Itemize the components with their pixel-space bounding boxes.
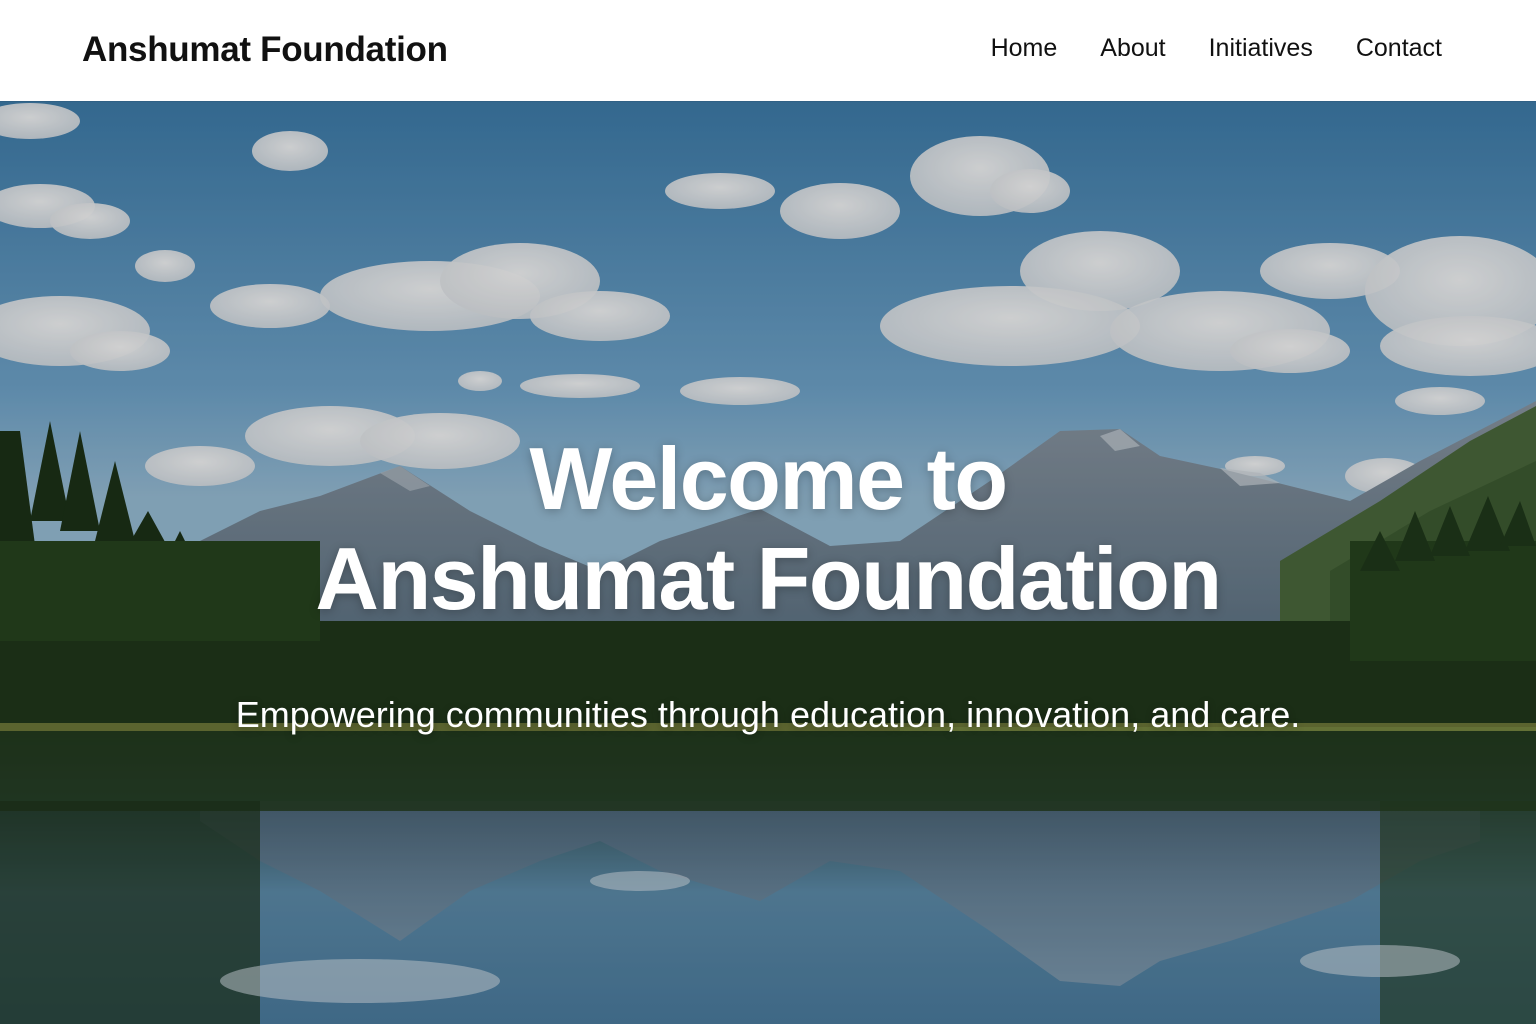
nav-item-about: About xyxy=(1100,34,1165,63)
nav-item-home: Home xyxy=(991,34,1058,63)
hero-title: Welcome to Anshumat Foundation xyxy=(218,429,1318,629)
page: Anshumat Foundation Home About Initiativ… xyxy=(0,0,1536,1024)
nav-link-home[interactable]: Home xyxy=(991,34,1058,62)
nav-link-initiatives[interactable]: Initiatives xyxy=(1209,34,1313,62)
nav-link-about[interactable]: About xyxy=(1100,34,1165,62)
hero-subtitle: Empowering communities through education… xyxy=(235,694,1301,735)
hero-title-line-1: Welcome to xyxy=(529,429,1008,528)
nav-item-contact: Contact xyxy=(1356,34,1442,63)
hero-content: Welcome to Anshumat Foundation Empowerin… xyxy=(0,429,1536,745)
main-nav: Home About Initiatives Contact xyxy=(991,34,1442,63)
nav-link-contact[interactable]: Contact xyxy=(1356,34,1442,62)
nav-item-initiatives: Initiatives xyxy=(1209,34,1313,63)
brand-logo-text[interactable]: Anshumat Foundation xyxy=(82,30,448,70)
hero-title-line-2: Anshumat Foundation xyxy=(315,529,1222,628)
hero-section: Welcome to Anshumat Foundation Empowerin… xyxy=(0,101,1536,1024)
site-header: Anshumat Foundation Home About Initiativ… xyxy=(0,0,1536,101)
